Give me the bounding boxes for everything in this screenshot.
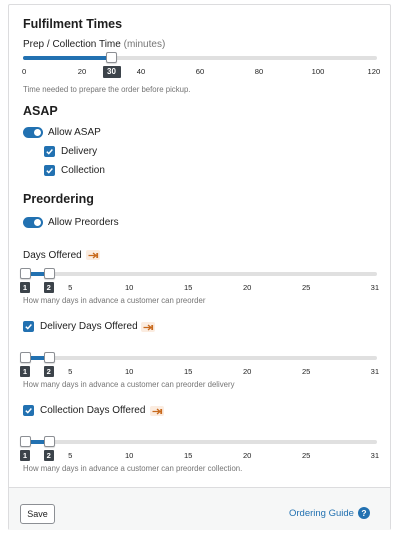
range-tick-label: 15 [183,451,193,460]
range-slider-rail[interactable] [23,272,377,276]
range-slider-handle-max[interactable] [43,268,55,279]
toggle-knob [34,129,41,136]
range-slider-value-badge: 1 [20,450,30,461]
arrow-icon [143,324,153,330]
range-tick-label: 10 [124,451,134,460]
range-tick-label: 25 [301,283,311,292]
range-tick-label: 20 [242,283,252,292]
delivery-checkbox[interactable] [44,146,55,157]
section-title-fulfilment: Fulfilment Times [23,17,123,31]
range-tick-label: 15 [183,283,193,292]
range-slider-handle-max[interactable] [43,352,55,363]
toggle-knob [34,219,41,226]
prep-time-slider-handle[interactable] [105,52,117,63]
delivery-days-help: How many days in advance a customer can … [23,380,235,389]
prep-tick-label: 120 [367,67,381,76]
checkmark-icon [46,168,53,174]
range-slider-rail[interactable] [23,356,377,360]
range-tick-label: 31 [370,367,380,376]
range-tick-label: 31 [370,451,380,460]
ordering-guide-link[interactable]: Ordering Guide [289,508,354,519]
checkmark-icon [25,324,32,330]
save-button[interactable]: Save [20,504,55,524]
range-tick-label: 10 [124,367,134,376]
info-arrow-icon[interactable] [150,406,164,416]
arrow-icon [152,408,162,414]
range-tick-label: 5 [68,367,73,376]
prep-time-value-badge: 30 [102,66,121,78]
prep-time-slider-fill [23,56,112,60]
allow-asap-label: Allow ASAP [48,127,101,138]
range-tick-label: 5 [68,451,73,460]
range-tick-label: 25 [301,367,311,376]
range-slider-handle-max[interactable] [43,436,55,447]
range-slider-handle-min[interactable] [20,436,31,447]
collection-label: Collection [61,165,105,176]
range-slider-value-badge: 2 [43,282,54,293]
prep-tick-label: 60 [195,67,205,76]
help-icon[interactable]: ? [358,507,370,519]
prep-tick-label: 0 [21,67,27,76]
panel-footer: Save Ordering Guide ? [9,487,390,530]
range-slider-value-badge: 2 [43,366,54,377]
section-title-asap: ASAP [23,104,58,118]
delivery-days-checkbox[interactable] [23,321,34,332]
allow-preorders-label: Allow Preorders [48,217,119,228]
range-tick-label: 31 [370,283,380,292]
prep-time-help: Time needed to prepare the order before … [23,85,191,94]
range-tick-label: 5 [68,283,73,292]
range-tick-label: 25 [301,451,311,460]
allow-asap-toggle[interactable] [23,127,43,138]
prep-tick-label: 100 [311,67,325,76]
prep-tick-label: 80 [254,67,264,76]
range-slider-handle-min[interactable] [20,268,31,279]
allow-preorders-toggle[interactable] [23,217,43,228]
delivery-days-slider[interactable]: 1 2 5 10 15 20 25 31 [20,350,380,380]
checkmark-icon [46,149,53,155]
collection-days-checkbox[interactable] [23,405,34,416]
delivery-label: Delivery [61,146,98,157]
range-slider-value-badge: 1 [20,282,30,293]
prep-time-ticks: 0 20 40 60 80 100 120 [21,67,381,77]
section-title-preordering: Preordering [23,192,94,206]
range-slider-value-badge: 1 [20,366,30,377]
delivery-days-label: Delivery Days Offered [40,321,138,332]
range-tick-label: 20 [242,367,252,376]
arrow-icon [88,252,98,258]
collection-days-label: Collection Days Offered [40,405,146,416]
prep-time-label-text: Prep / Collection Time [23,39,121,50]
collection-days-help: How many days in advance a customer can … [23,464,243,473]
prep-time-label: Prep / Collection Time (minutes) [23,39,165,50]
range-tick-label: 15 [183,367,193,376]
range-slider-handle-min[interactable] [20,352,31,363]
collection-days-slider[interactable]: 1 2 5 10 15 20 25 31 [20,434,380,464]
settings-body: Fulfilment Times Prep / Collection Time … [9,5,390,487]
info-arrow-icon[interactable] [86,250,100,260]
range-slider-value-badge: 2 [43,450,54,461]
days-offered-slider[interactable]: 1 2 5 10 15 20 25 31 [20,266,380,296]
collection-checkbox[interactable] [44,165,55,176]
checkmark-icon [25,408,32,414]
range-tick-label: 20 [242,451,252,460]
prep-tick-label: 20 [77,67,87,76]
days-offered-help: How many days in advance a customer can … [23,296,206,305]
days-offered-label: Days Offered [23,250,82,261]
prep-tick-label: 40 [136,67,146,76]
range-tick-label: 10 [124,283,134,292]
settings-panel: Fulfilment Times Prep / Collection Time … [8,4,391,530]
range-slider-rail[interactable] [23,440,377,444]
info-arrow-icon[interactable] [141,322,155,332]
prep-time-unit: (minutes) [123,39,166,50]
